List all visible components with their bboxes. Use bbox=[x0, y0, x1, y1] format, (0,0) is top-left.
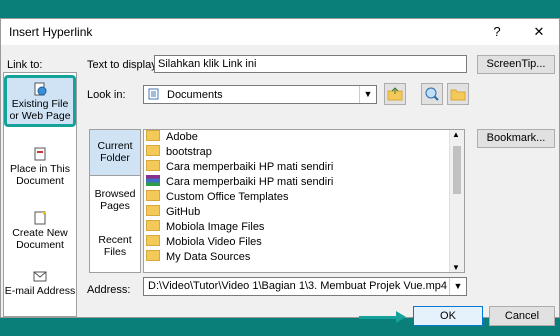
file-name: Adobe bbox=[166, 131, 198, 143]
folder-icon bbox=[146, 205, 160, 216]
file-name: Custom Office Templates bbox=[166, 191, 289, 203]
look-in-value: Documents bbox=[167, 89, 223, 101]
list-item[interactable]: Adobe bbox=[146, 130, 198, 145]
new-document-icon bbox=[34, 211, 46, 225]
scrollbar-thumb[interactable] bbox=[453, 146, 461, 194]
folder-icon bbox=[146, 145, 160, 156]
link-place-in-document[interactable]: Place in This Document bbox=[4, 147, 76, 187]
globe-file-icon bbox=[34, 82, 47, 96]
link-existing-file-label: Existing File or Web Page bbox=[9, 98, 71, 122]
list-item[interactable]: My Data Sources bbox=[146, 250, 250, 265]
text-to-display-input[interactable]: Silahkan klik Link ini bbox=[154, 55, 467, 73]
bookmark-button[interactable]: Bookmark... bbox=[477, 129, 555, 148]
screentip-label: ScreenTip... bbox=[486, 58, 546, 70]
file-name: Mobiola Image Files bbox=[166, 221, 265, 233]
help-button[interactable]: ? bbox=[481, 21, 513, 43]
folder-icon bbox=[146, 220, 160, 231]
scroll-down-icon[interactable]: ▼ bbox=[452, 263, 460, 272]
list-item[interactable]: Mobiola Video Files bbox=[146, 235, 262, 250]
address-label: Address: bbox=[87, 284, 131, 296]
file-name: Cara memperbaiki HP mati sendiri bbox=[166, 161, 334, 173]
tab-current-folder-label: Current Folder bbox=[97, 140, 133, 164]
browse-file-button[interactable] bbox=[447, 83, 469, 105]
link-place-label: Place in This Document bbox=[10, 163, 70, 187]
tab-recent-files[interactable]: Recent Files bbox=[90, 234, 140, 258]
link-to-pane: Existing File or Web Page Place in This … bbox=[3, 72, 77, 317]
file-name: My Data Sources bbox=[166, 251, 251, 263]
tab-browsed-pages-label: Browsed Pages bbox=[94, 188, 136, 212]
document-place-icon bbox=[34, 147, 46, 161]
link-email-address[interactable]: E-mail Address bbox=[4, 269, 76, 297]
title-bar: Insert Hyperlink ? ✕ bbox=[1, 19, 559, 45]
file-name: bootstrap bbox=[166, 146, 212, 158]
chevron-down-icon[interactable]: ▼ bbox=[359, 86, 376, 103]
list-item[interactable]: Cara memperbaiki HP mati sendiri bbox=[146, 160, 333, 175]
list-item[interactable]: bootstrap bbox=[146, 145, 212, 160]
pointer-arrow-shaft bbox=[359, 316, 397, 319]
text-to-display-label: Text to display: bbox=[87, 59, 160, 71]
link-create-new-document[interactable]: Create New Document bbox=[4, 211, 76, 251]
email-icon bbox=[33, 271, 47, 282]
folder-up-icon bbox=[387, 87, 403, 101]
look-in-label: Look in: bbox=[87, 89, 126, 101]
list-item[interactable]: Cara memperbaiki HP mati sendiri bbox=[146, 175, 333, 190]
file-name: Cara memperbaiki HP mati sendiri bbox=[166, 176, 334, 188]
file-list[interactable]: Adobe bootstrap Cara memperbaiki HP mati… bbox=[143, 129, 465, 273]
address-dropdown-icon[interactable]: ▼ bbox=[449, 278, 466, 295]
ok-button[interactable]: OK bbox=[413, 306, 483, 326]
address-input[interactable]: D:\Video\Tutor\Video 1\Bagian 1\3. Membu… bbox=[143, 277, 467, 296]
link-to-label: Link to: bbox=[7, 59, 43, 71]
look-in-select[interactable]: Documents ▼ bbox=[143, 85, 377, 104]
ok-label: OK bbox=[440, 310, 456, 322]
screentip-button[interactable]: ScreenTip... bbox=[477, 55, 555, 74]
tab-recent-files-label: Recent Files bbox=[98, 234, 132, 258]
location-tabs: Current Folder Browsed Pages Recent File… bbox=[89, 129, 141, 273]
open-folder-icon bbox=[450, 89, 466, 101]
file-name: Mobiola Video Files bbox=[166, 236, 262, 248]
pointer-arrow-icon bbox=[396, 311, 406, 323]
address-value: D:\Video\Tutor\Video 1\Bagian 1\3. Membu… bbox=[148, 280, 448, 292]
folder-icon bbox=[146, 250, 160, 261]
link-create-new-label: Create New Document bbox=[12, 227, 68, 251]
folder-icon bbox=[146, 160, 160, 171]
list-scrollbar[interactable]: ▲ ▼ bbox=[449, 130, 464, 272]
folder-icon bbox=[146, 130, 160, 141]
up-folder-button[interactable] bbox=[384, 83, 406, 105]
cancel-label: Cancel bbox=[504, 310, 540, 322]
text-to-display-value: Silahkan klik Link ini bbox=[158, 58, 257, 70]
link-email-label: E-mail Address bbox=[4, 285, 76, 297]
link-existing-file[interactable]: Existing File or Web Page bbox=[4, 75, 76, 127]
bookmark-label: Bookmark... bbox=[486, 132, 546, 144]
tab-current-folder[interactable]: Current Folder bbox=[90, 130, 140, 176]
insert-hyperlink-dialog: Insert Hyperlink ? ✕ Link to: Existing F… bbox=[0, 18, 560, 326]
cancel-button[interactable]: Cancel bbox=[489, 306, 555, 326]
file-name: GitHub bbox=[166, 206, 201, 218]
folder-icon bbox=[146, 190, 160, 201]
search-web-icon bbox=[425, 87, 439, 101]
list-item[interactable]: Mobiola Image Files bbox=[146, 220, 264, 235]
documents-icon bbox=[148, 88, 159, 100]
folder-icon bbox=[146, 235, 160, 246]
close-button[interactable]: ✕ bbox=[523, 21, 555, 43]
archive-icon bbox=[146, 175, 160, 186]
tab-browsed-pages[interactable]: Browsed Pages bbox=[90, 188, 140, 212]
dialog-title: Insert Hyperlink bbox=[9, 25, 93, 39]
browse-web-button[interactable] bbox=[421, 83, 443, 105]
scroll-up-icon[interactable]: ▲ bbox=[452, 130, 460, 139]
list-item[interactable]: GitHub bbox=[146, 205, 200, 220]
list-item[interactable]: Custom Office Templates bbox=[146, 190, 288, 205]
